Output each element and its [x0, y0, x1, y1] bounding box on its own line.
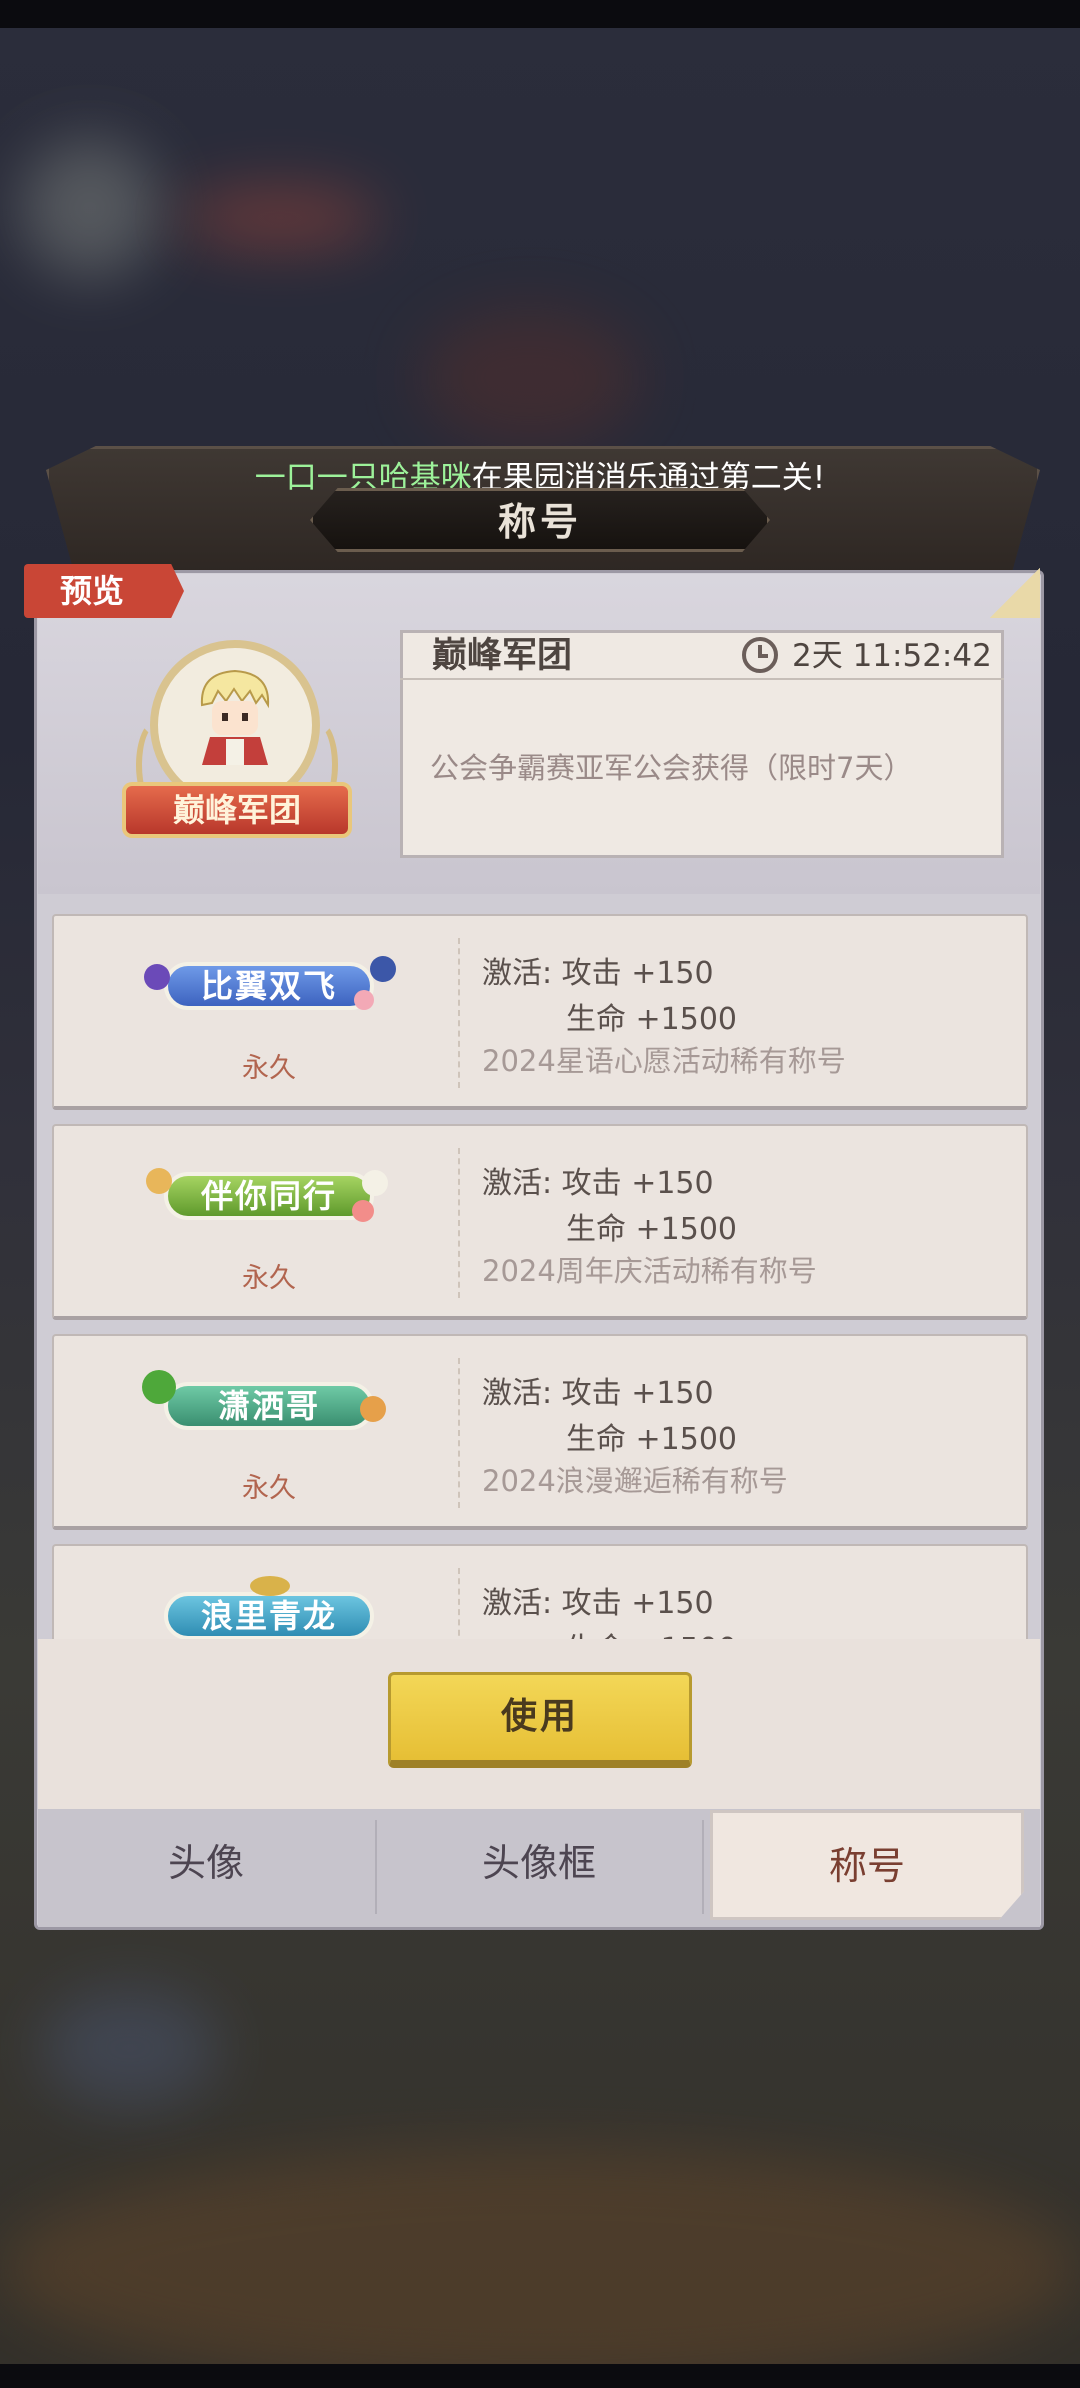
activate-label: 激活:	[482, 1586, 553, 1621]
divider	[458, 938, 460, 1088]
title-list-item[interactable]: 潇洒哥 永久 激活: 攻击 +150 生命 +1500 2024浪漫邂逅稀有称号	[52, 1334, 1028, 1530]
title-duration: 永久	[242, 1053, 296, 1084]
title-source: 2024周年庆活动稀有称号	[482, 1254, 817, 1288]
title-badge-icon: 伴你同行	[134, 1156, 404, 1236]
title-stat-attack: 激活: 攻击 +150	[482, 1158, 714, 1202]
title-description: 公会争霸赛亚军公会获得（限时7天）	[430, 751, 913, 785]
title-list[interactable]: 比翼双飞 永久 激活: 攻击 +150 生命 +1500 2024星语心愿活动稀…	[38, 894, 1040, 1639]
avatar-title-banner: 巅峰军团	[122, 782, 352, 838]
selected-title-name: 巅峰军团	[432, 636, 573, 676]
title-badge-label: 伴你同行	[164, 1172, 374, 1220]
status-bar	[0, 0, 1080, 28]
title-stat-attack: 激活: 攻击 +150	[482, 948, 714, 992]
divider	[458, 1358, 460, 1508]
title-stat-hp: 生命 +1500	[566, 1624, 737, 1639]
pinwheel-icon	[146, 1168, 172, 1194]
tab-avatar-frame[interactable]: 头像框	[377, 1810, 701, 1920]
attack-bonus: 攻击 +150	[561, 956, 714, 991]
activate-label: 激活:	[482, 1166, 553, 1201]
bunny-icon	[362, 1170, 388, 1196]
navigation-bar	[0, 2364, 1080, 2388]
title-duration: 永久	[242, 1263, 296, 1294]
preview-tag: 预览	[24, 564, 184, 618]
clock-icon	[742, 637, 778, 673]
title-badge-label: 比翼双飞	[164, 962, 374, 1010]
dialog-title: 称号	[497, 500, 582, 544]
divider	[458, 1568, 460, 1639]
attack-bonus: 攻击 +150	[561, 1376, 714, 1411]
title-badge-icon: 比翼双飞	[134, 946, 404, 1026]
use-button[interactable]: 使用	[388, 1672, 692, 1768]
avatar-character-icon	[200, 669, 270, 765]
title-badge-icon: 浪里青龙	[134, 1576, 404, 1639]
title-list-item[interactable]: 比翼双飞 永久 激活: 攻击 +150 生命 +1500 2024星语心愿活动稀…	[52, 914, 1028, 1110]
divider	[458, 1148, 460, 1298]
title-list-item[interactable]: 伴你同行 永久 激活: 攻击 +150 生命 +1500 2024周年庆活动稀有…	[52, 1124, 1028, 1320]
flower-icon	[352, 1200, 374, 1222]
title-duration: 永久	[242, 1473, 296, 1504]
attack-bonus: 攻击 +150	[561, 1166, 714, 1201]
palm-tree-icon	[142, 1370, 176, 1404]
attack-bonus: 攻击 +150	[561, 1586, 714, 1621]
bird-icon	[370, 956, 396, 982]
title-stat-hp: 生命 +1500	[566, 1212, 738, 1247]
bird-icon	[144, 964, 170, 990]
title-stat-attack: 激活: 攻击 +150	[482, 1578, 714, 1622]
dragon-crest-icon	[250, 1576, 290, 1596]
title-timer: 2天 11:52:42	[792, 638, 992, 674]
flower-icon	[354, 990, 374, 1010]
title-badge-label: 潇洒哥	[164, 1382, 374, 1430]
tab-avatar[interactable]: 头像	[38, 1810, 374, 1920]
title-stat-attack: 激活: 攻击 +150	[482, 1368, 714, 1412]
title-source: 2024星语心愿活动稀有称号	[482, 1044, 846, 1078]
tab-title[interactable]: 称号	[710, 1810, 1024, 1920]
activate-label: 激活:	[482, 1376, 553, 1411]
corner-ornament	[990, 568, 1040, 618]
title-list-item[interactable]: 浪里青龙 激活: 攻击 +150 生命 +1500	[52, 1544, 1028, 1639]
tab-divider	[702, 1820, 704, 1914]
guitar-icon	[360, 1396, 386, 1422]
title-badge-label: 浪里青龙	[164, 1592, 374, 1639]
activate-label: 激活:	[482, 956, 553, 991]
title-stat-hp: 生命 +1500	[566, 1002, 738, 1037]
title-source: 2024浪漫邂逅稀有称号	[482, 1464, 788, 1498]
title-badge-icon: 潇洒哥	[134, 1366, 404, 1446]
title-stat-hp: 生命 +1500	[566, 1422, 738, 1457]
